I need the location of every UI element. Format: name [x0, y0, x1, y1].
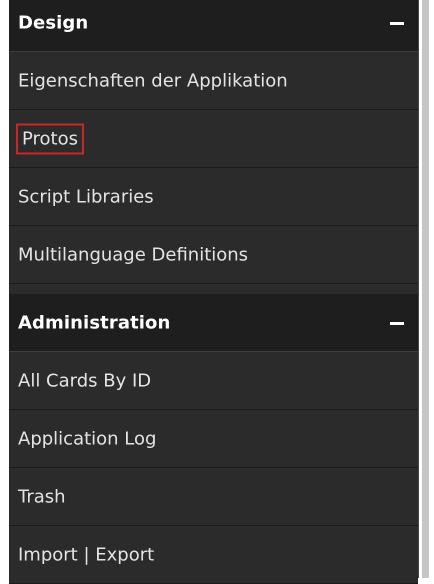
nav-item-import-export[interactable]: Import | Export: [9, 526, 418, 584]
nav-item-multilanguage-definitions[interactable]: Multilanguage Definitions: [9, 226, 418, 284]
nav-item-label: Import | Export: [18, 544, 155, 565]
nav-item-all-cards-by-id[interactable]: All Cards By ID: [9, 352, 418, 410]
section-header-design[interactable]: Design: [9, 0, 418, 52]
minus-icon[interactable]: [390, 21, 404, 25]
section-title-administration: Administration: [18, 312, 171, 333]
navigation-panel: Design Eigenschaften der Applikation Pro…: [9, 0, 419, 584]
nav-item-label: All Cards By ID: [18, 370, 152, 391]
section-header-administration[interactable]: Administration: [9, 294, 418, 352]
minus-icon[interactable]: [390, 321, 404, 325]
nav-item-label: Eigenschaften der Applikation: [18, 70, 288, 91]
nav-item-eigenschaften[interactable]: Eigenschaften der Applikation: [9, 52, 418, 110]
scrollbar[interactable]: [422, 0, 429, 578]
nav-item-label: Application Log: [18, 428, 157, 449]
nav-item-label: Multilanguage Definitions: [18, 244, 249, 265]
nav-item-label: Protos: [16, 123, 85, 154]
nav-item-script-libraries[interactable]: Script Libraries: [9, 168, 418, 226]
section-title-design: Design: [18, 12, 89, 33]
nav-item-trash[interactable]: Trash: [9, 468, 418, 526]
nav-item-application-log[interactable]: Application Log: [9, 410, 418, 468]
nav-item-protos[interactable]: Protos: [9, 110, 418, 168]
nav-item-label: Trash: [18, 486, 66, 507]
nav-item-label: Script Libraries: [18, 186, 154, 207]
